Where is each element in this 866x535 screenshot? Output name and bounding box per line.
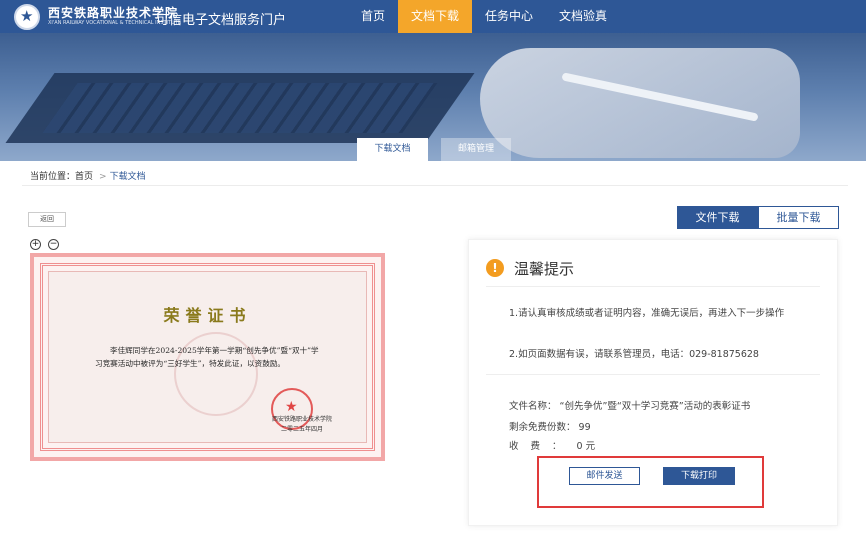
certificate-issuer: 西安铁路职业技术学院 (271, 416, 332, 423)
tab-mailbox[interactable]: 邮箱管理 (441, 138, 511, 161)
nav-verify[interactable]: 文档验真 (546, 0, 620, 33)
file-name-row: 文件名称： “创先争优”暨“双十学习竞赛”活动的表彰证书 (509, 398, 750, 412)
divider (486, 374, 820, 375)
divider (486, 286, 820, 287)
certificate-date: 二零二五年四月 (280, 426, 323, 433)
top-bar: 西安铁路职业技术学院 XI'AN RAILWAY VOCATIONAL & TE… (0, 0, 866, 33)
remaining-copies-row: 剩余免费份数： 99 (509, 419, 591, 433)
fee-row: 收费： 0 元 (509, 438, 595, 452)
certificate-inner: 荣誉证书 李佳辉同学在2024-2025学年第一学期“创先争优”暨“双十”学习竞… (48, 271, 367, 443)
main-nav: 首页 文档下载 任务中心 文档验真 (348, 0, 620, 33)
fee-value: 0 元 (576, 441, 596, 452)
banner-hand-image (480, 48, 800, 158)
breadcrumb: 当前位置：首页 > 下载文档 (30, 169, 146, 182)
hero-banner (0, 33, 866, 161)
breadcrumb-current: 下载文档 (109, 172, 146, 182)
nav-download[interactable]: 文档下载 (398, 0, 473, 33)
zoom-out-icon[interactable]: − (48, 239, 59, 250)
banner-keyboard-image (42, 83, 438, 133)
breadcrumb-separator: > (99, 172, 107, 182)
tips-title: 温馨提示 (514, 260, 575, 278)
download-print-button[interactable]: 下载打印 (663, 467, 735, 485)
certificate-signature: 西安铁路职业技术学院 二零二五年四月 (272, 415, 332, 435)
file-name-value: “创先争优”暨“双十学习竞赛”活动的表彰证书 (559, 401, 751, 412)
nav-home[interactable]: 首页 (348, 0, 398, 33)
portal-title: 可信电子文档服务门户 (156, 13, 287, 28)
divider (22, 185, 848, 186)
email-send-button[interactable]: 邮件发送 (569, 467, 640, 485)
tip-item-1: 1.请认真审核成绩或者证明内容，准确无误后，再进入下一步操作 (509, 308, 785, 319)
file-download-tab[interactable]: 文件下载 (677, 206, 758, 229)
breadcrumb-label: 当前位置 (30, 172, 67, 182)
certificate-preview: 荣誉证书 李佳辉同学在2024-2025学年第一学期“创先争优”暨“双十”学习竞… (30, 253, 385, 461)
remaining-value: 99 (578, 422, 591, 433)
tip-item-2: 2.如页面数据有误，请联系管理员，电话：029-81875628 (509, 349, 759, 360)
school-logo-icon (14, 4, 40, 30)
batch-download-tab[interactable]: 批量下载 (758, 206, 839, 229)
breadcrumb-home[interactable]: 首页 (75, 172, 93, 182)
warning-icon: ! (486, 259, 504, 277)
back-button[interactable]: 返回 (28, 212, 66, 227)
breadcrumb-colon: ： (66, 172, 76, 182)
nav-task-center[interactable]: 任务中心 (472, 0, 546, 33)
fee-label: 收费： (509, 441, 574, 452)
file-name-label: 文件名称： (509, 401, 557, 412)
certificate-title: 荣誉证书 (163, 306, 252, 325)
tab-download-doc[interactable]: 下载文档 (357, 138, 428, 161)
remaining-label: 剩余免费份数： (509, 422, 576, 433)
certificate-body: 李佳辉同学在2024-2025学年第一学期“创先争优”暨“双十”学习竞赛活动中被… (95, 346, 319, 368)
zoom-in-icon[interactable]: + (30, 239, 41, 250)
